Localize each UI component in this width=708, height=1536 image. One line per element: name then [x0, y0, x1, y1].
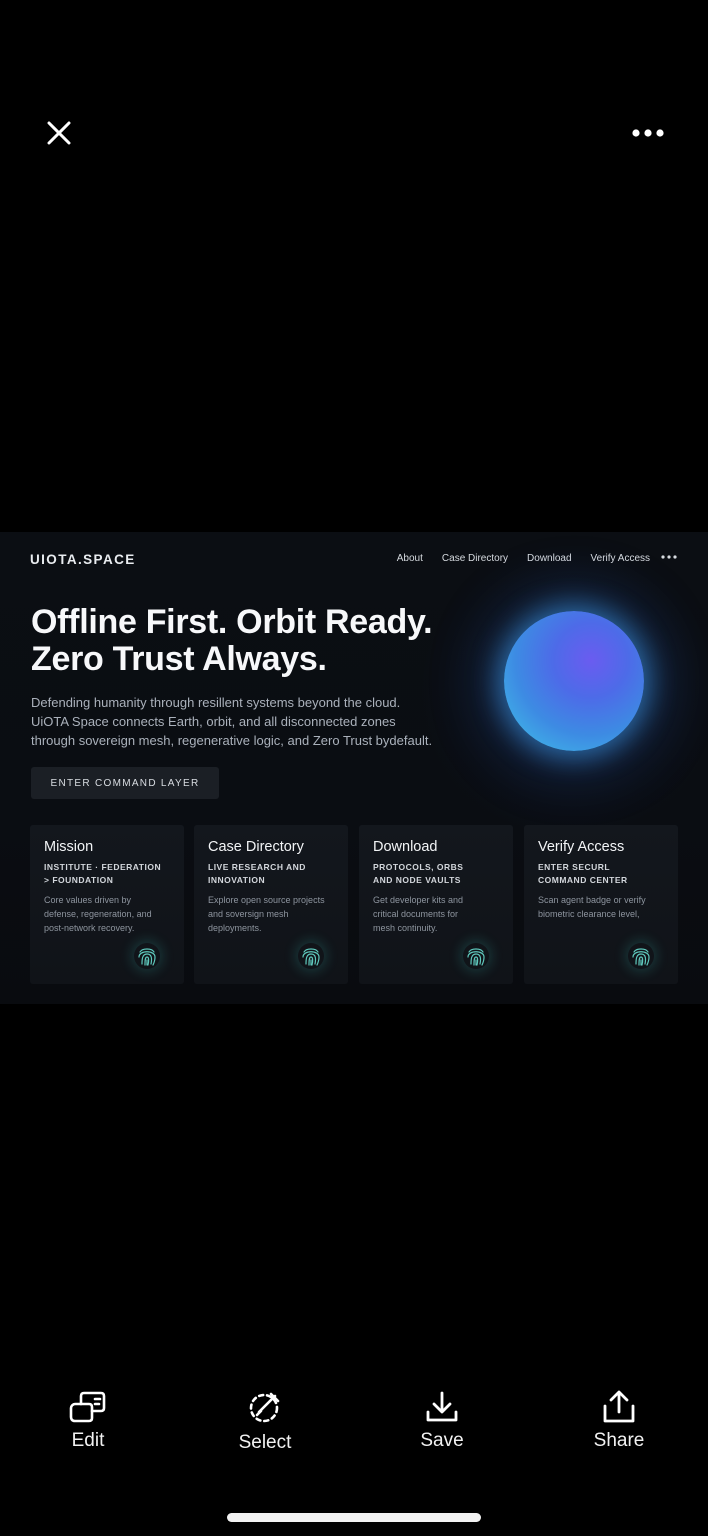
- site-more-icon: [658, 548, 680, 566]
- hero-title-line: Offline First. Orbit Ready.: [31, 603, 433, 641]
- site-navbar: UIOTA.SPACE About Case Directory Downloa…: [30, 552, 680, 568]
- photo-viewer: UIOTA.SPACE About Case Directory Downloa…: [0, 0, 708, 1536]
- more-horizontal-icon: [631, 125, 665, 143]
- card-case-directory: Case Directory LIVE RESEARCH AND INNOVAT…: [194, 825, 348, 984]
- card-title: Download: [373, 839, 438, 855]
- card-subtitle-line: LIVE RESEARCH AND: [208, 862, 306, 872]
- site-nav-links: About Case Directory Download Verify Acc…: [397, 553, 650, 564]
- card-description-line: deployments.: [208, 923, 262, 933]
- fingerprint-icon: [134, 943, 160, 969]
- card-description-line: critical documents for: [373, 909, 459, 919]
- fingerprint-icon: [463, 943, 489, 969]
- nav-link-about: About: [396, 553, 423, 564]
- card-description-line: mesh continuity.: [373, 923, 438, 933]
- card-verify-access: Verify Access ENTER SECURL COMMAND CENTE…: [524, 825, 678, 984]
- hero-description-line: UiOTA Space connects Earth, orbit, and a…: [31, 714, 396, 729]
- card-description-line: Get developer kits and: [373, 895, 464, 905]
- card-description-line: biometric clearance level,: [538, 909, 640, 919]
- save-label: Save: [420, 1430, 464, 1451]
- share-button[interactable]: Share: [569, 1388, 669, 1458]
- card-subtitle: ENTER SECURL COMMAND CENTER: [538, 861, 670, 887]
- card-subtitle-line: INNOVATION: [208, 875, 266, 885]
- card-description-line: Scan agent badge or verify: [538, 895, 646, 905]
- card-description-line: Explore open source projects: [208, 895, 325, 905]
- feature-cards: Mission INSTITUTE · FEDERATION > FOUNDAT…: [30, 825, 678, 985]
- card-title: Verify Access: [538, 839, 625, 855]
- card-title: Mission: [44, 839, 94, 855]
- edit-icon: [68, 1388, 108, 1426]
- edit-label: Edit: [71, 1430, 105, 1451]
- hero-description: Defending humanity through resillent sys…: [31, 693, 471, 750]
- card-subtitle-line: PROTOCOLS, ORBS: [373, 862, 464, 872]
- select-icon: [245, 1388, 285, 1426]
- card-subtitle: INSTITUTE · FEDERATION > FOUNDATION: [44, 861, 176, 887]
- select-label: Select: [238, 1432, 292, 1453]
- more-options-button[interactable]: [626, 118, 670, 150]
- download-icon: [422, 1388, 462, 1426]
- card-description: Scan agent badge or verify biometric cle…: [538, 893, 672, 921]
- card-description-line: defense, regeneration, and: [44, 909, 152, 919]
- card-subtitle-line: AND NODE VAULTS: [373, 875, 461, 885]
- nav-link-verify-access: Verify Access: [590, 553, 650, 564]
- card-subtitle: PROTOCOLS, ORBS AND NODE VAULTS: [373, 861, 505, 887]
- save-button[interactable]: Save: [392, 1388, 492, 1458]
- card-description-line: Core values driven by: [44, 895, 132, 905]
- share-label: Share: [593, 1430, 645, 1451]
- card-description: Get developer kits and critical document…: [373, 893, 507, 935]
- card-subtitle-line: ENTER SECURL: [538, 862, 611, 872]
- fingerprint-icon: [628, 943, 654, 969]
- card-description-line: post-network recovery.: [44, 923, 135, 933]
- hero-title: Offline First. Orbit Ready. Zero Trust A…: [31, 604, 481, 678]
- nav-link-case-directory: Case Directory: [441, 553, 509, 564]
- close-icon: [46, 120, 72, 151]
- select-button[interactable]: Select: [215, 1388, 315, 1458]
- card-subtitle-line: COMMAND CENTER: [538, 875, 628, 885]
- glowing-orb: [504, 611, 644, 751]
- hero-title-line: Zero Trust Always.: [31, 640, 327, 678]
- card-subtitle: LIVE RESEARCH AND INNOVATION: [208, 861, 340, 887]
- nav-link-download: Download: [527, 553, 572, 564]
- home-indicator[interactable]: [227, 1513, 481, 1522]
- hero-description-line: through sovereign mesh, regenerative log…: [31, 733, 433, 748]
- fingerprint-icon: [298, 943, 324, 969]
- close-button[interactable]: [40, 116, 78, 154]
- site-logo: UIOTA.SPACE: [30, 552, 136, 567]
- card-mission: Mission INSTITUTE · FEDERATION > FOUNDAT…: [30, 825, 184, 984]
- displayed-image[interactable]: UIOTA.SPACE About Case Directory Downloa…: [0, 532, 708, 1004]
- card-description: Core values driven by defense, regenerat…: [44, 893, 178, 935]
- edit-button[interactable]: Edit: [38, 1388, 138, 1458]
- card-subtitle-line: > FOUNDATION: [44, 875, 114, 885]
- card-subtitle-line: INSTITUTE · FEDERATION: [44, 862, 162, 872]
- share-icon: [599, 1388, 639, 1426]
- card-description-line: and soversign mesh: [208, 909, 289, 919]
- card-description: Explore open source projects and soversi…: [208, 893, 342, 935]
- hero-description-line: Defending humanity through resillent sys…: [31, 695, 401, 710]
- card-download: Download PROTOCOLS, ORBS AND NODE VAULTS…: [359, 825, 513, 984]
- card-title: Case Directory: [208, 839, 304, 855]
- enter-command-layer-button: ENTER COMMAND LAYER: [31, 767, 219, 799]
